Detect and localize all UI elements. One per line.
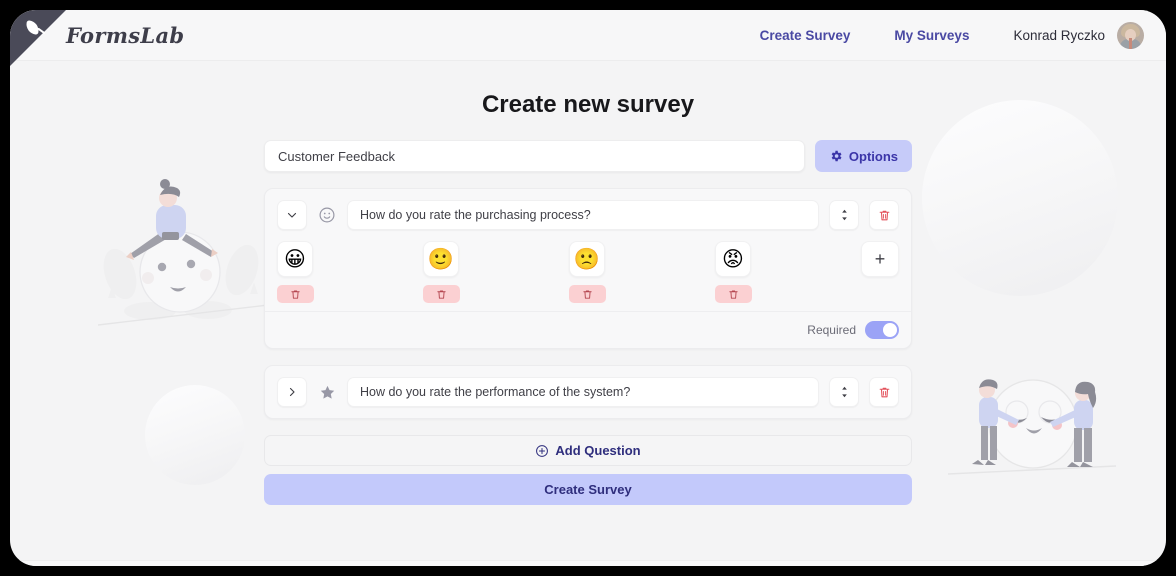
question-reorder-1[interactable] <box>829 200 859 230</box>
create-survey-label: Create Survey <box>544 482 632 497</box>
answer-delete-4[interactable] <box>715 285 752 303</box>
add-question-label: Add Question <box>555 443 641 458</box>
collapse-toggle-2[interactable] <box>277 377 307 407</box>
options-button[interactable]: Options <box>814 140 912 172</box>
answer-delete-2[interactable] <box>423 285 460 303</box>
survey-title-input[interactable]: Customer Feedback <box>264 140 805 172</box>
chevron-right-icon <box>289 387 295 397</box>
required-toggle[interactable] <box>865 321 899 339</box>
question-footer-1: Required <box>265 311 911 348</box>
answer-pouting-face[interactable]: 😡 <box>715 241 751 277</box>
plus-circle-icon <box>536 444 549 457</box>
required-label: Required <box>807 323 856 337</box>
sort-up-down-icon <box>841 386 847 398</box>
app-screen: FormsLab Create Survey My Surveys Konrad… <box>10 10 1166 566</box>
app-logo[interactable]: FormsLab <box>66 23 184 48</box>
ribbon-triangle <box>10 10 66 66</box>
question-card-2: How do you rate the performance of the s… <box>264 365 912 419</box>
answer-option: 🙂 <box>423 241 569 303</box>
survey-builder: Customer Feedback Options How do you rat… <box>264 140 912 505</box>
device-frame: FormsLab Create Survey My Surveys Konrad… <box>0 0 1176 576</box>
answer-option: 😡 <box>715 241 861 303</box>
answer-grinning-face[interactable]: 😀 <box>277 241 313 277</box>
question-type-icon-2 <box>317 382 337 402</box>
nav-create-survey[interactable]: Create Survey <box>738 28 873 43</box>
nav-my-surveys[interactable]: My Surveys <box>872 28 991 43</box>
survey-title-row: Customer Feedback Options <box>264 140 912 172</box>
add-answer-button[interactable]: + <box>861 241 899 277</box>
question-type-icon-1 <box>317 205 337 225</box>
question-text-input-1[interactable]: How do you rate the purchasing process? <box>347 200 819 230</box>
app-header: FormsLab Create Survey My Surveys Konrad… <box>10 10 1166 61</box>
answer-option: 😀 <box>277 241 423 303</box>
answer-slightly-smiling-face[interactable]: 🙂 <box>423 241 459 277</box>
answer-delete-3[interactable] <box>569 285 606 303</box>
question-header-1: How do you rate the purchasing process? <box>265 189 911 241</box>
app-footer: FormsLab © 2023 <box>10 560 1166 566</box>
star-icon <box>320 385 334 399</box>
question-header-2: How do you rate the performance of the s… <box>265 366 911 418</box>
page-title: Create new survey <box>481 91 695 118</box>
user-name-label[interactable]: Konrad Ryczko <box>991 28 1117 43</box>
answer-delete-1[interactable] <box>277 285 314 303</box>
main-nav: Create Survey My Surveys Konrad Ryczko <box>738 21 1144 49</box>
survey-title-value: Customer Feedback <box>278 148 396 164</box>
trash-icon <box>583 290 592 299</box>
sort-up-down-icon <box>841 209 847 221</box>
answer-slightly-frowning-face[interactable]: 🙁 <box>569 241 605 277</box>
question-card-1: How do you rate the purchasing process? <box>264 188 912 349</box>
collapse-toggle-1[interactable] <box>277 200 307 230</box>
trash-icon <box>729 290 738 299</box>
question-text-value-2: How do you rate the performance of the s… <box>360 385 631 399</box>
question-text-value-1: How do you rate the purchasing process? <box>360 208 591 222</box>
trash-icon <box>879 387 889 397</box>
gear-icon <box>831 150 842 162</box>
question-text-input-2[interactable]: How do you rate the performance of the s… <box>347 377 819 407</box>
question-delete-2[interactable] <box>869 377 899 407</box>
main-content: Create new survey Customer Feedback Opti… <box>10 91 1166 560</box>
create-survey-button[interactable]: Create Survey <box>264 474 912 505</box>
answer-options-1: 😀 🙂 🙁 😡 + <box>265 241 911 311</box>
avatar[interactable] <box>1117 21 1144 49</box>
add-question-button[interactable]: Add Question <box>264 435 912 466</box>
answer-option: 🙁 <box>569 241 715 303</box>
options-button-label: Options <box>848 148 898 164</box>
smiley-outline-icon <box>319 207 335 223</box>
question-reorder-2[interactable] <box>829 377 859 407</box>
question-delete-1[interactable] <box>869 200 899 230</box>
trash-icon <box>437 290 446 299</box>
chevron-down-icon <box>287 212 297 218</box>
corner-ribbon[interactable] <box>10 10 66 66</box>
trash-icon <box>879 210 889 220</box>
trash-icon <box>291 290 300 299</box>
